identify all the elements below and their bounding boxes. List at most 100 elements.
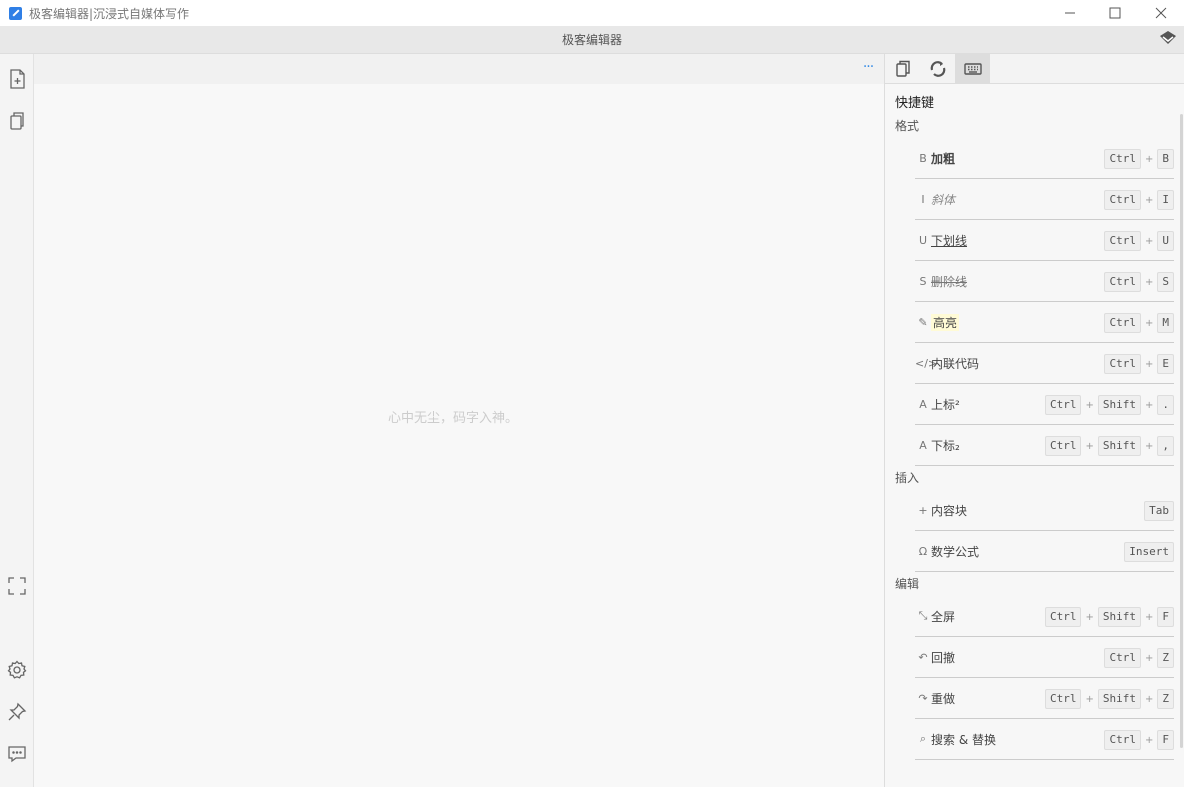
sync-icon — [930, 61, 945, 77]
chat-icon — [8, 746, 26, 763]
tab-outline[interactable] — [885, 54, 920, 84]
shortcut-label: 高亮 — [931, 313, 960, 331]
shortcut-label: 内容块 — [931, 503, 968, 518]
pin-icon — [8, 702, 27, 721]
shortcut-row[interactable]: ⌕ 搜索 & 替换 Ctrl + F — [915, 719, 1174, 760]
key-separator: + — [1085, 611, 1094, 623]
copy-icon — [895, 60, 910, 77]
shortcut-label: 下标₂ — [931, 438, 960, 453]
key-separator: + — [1144, 194, 1154, 206]
fullscreen-button[interactable] — [6, 575, 28, 597]
shortcut-row[interactable]: I 斜体 Ctrl + I — [915, 179, 1174, 220]
key-cap: Shift — [1097, 436, 1141, 456]
shortcuts-panel: 快捷键 格式 B 加粗 Ctrl + B I 斜体 Ctrl + I U 下划线 Ctrl + U S 删除线 Ct… — [884, 54, 1184, 787]
editor-toolbar: ··· — [34, 54, 884, 84]
window-title: 极客编辑器|沉浸式自媒体写作 — [29, 6, 190, 21]
shortcut-keys: Insert — [1124, 542, 1174, 562]
key-separator: + — [1144, 358, 1154, 370]
section-title: 格式 — [895, 119, 920, 133]
keyboard-icon — [963, 63, 982, 75]
close-button[interactable] — [1138, 0, 1184, 26]
pin-button[interactable] — [6, 701, 28, 723]
minimize-button[interactable] — [1047, 0, 1093, 26]
shortcut-keys: Ctrl + U — [1104, 231, 1174, 251]
key-separator: + — [1144, 235, 1154, 247]
key-separator: + — [1085, 399, 1094, 411]
key-cap: Z — [1157, 689, 1174, 709]
key-cap: Z — [1157, 648, 1174, 668]
shortcut-row[interactable]: </> 内联代码 Ctrl + E — [915, 343, 1174, 384]
shortcut-row[interactable]: ⤡ 全屏 Ctrl + Shift + F — [915, 596, 1174, 637]
maximize-button[interactable] — [1092, 0, 1138, 26]
shortcut-label: 搜索 & 替换 — [931, 732, 996, 747]
new-file-icon — [10, 69, 25, 89]
app-title: 极客编辑器 — [561, 33, 622, 47]
key-cap: Ctrl — [1044, 689, 1082, 709]
shortcut-keys: Ctrl + Shift + Z — [1044, 689, 1174, 709]
key-cap: M — [1157, 313, 1174, 333]
more-button[interactable]: ··· — [858, 60, 878, 78]
shortcut-keys: Ctrl + B — [1104, 149, 1174, 169]
shortcut-row[interactable]: B 加粗 Ctrl + B — [915, 138, 1174, 179]
key-cap: Tab — [1144, 501, 1174, 521]
key-cap: Ctrl — [1104, 272, 1141, 292]
shortcut-icon: U — [918, 233, 928, 247]
key-separator: + — [1144, 440, 1154, 452]
settings-button[interactable] — [6, 659, 28, 681]
editor-area[interactable]: ··· 心中无尘，码字入神。 — [34, 54, 884, 787]
shortcut-row[interactable]: U 下划线 Ctrl + U — [915, 220, 1174, 261]
copy-icon — [10, 112, 24, 130]
shortcut-keys: Ctrl + F — [1104, 730, 1174, 750]
tab-sync[interactable] — [920, 54, 955, 84]
copy-button[interactable] — [6, 110, 28, 132]
shortcut-icon: ⤡ — [918, 609, 928, 622]
shortcut-label: 全屏 — [931, 609, 956, 624]
shortcut-row[interactable]: + 内容块 Tab — [915, 490, 1174, 531]
key-cap: U — [1157, 231, 1174, 251]
key-cap: Shift — [1097, 607, 1141, 627]
fullscreen-icon — [8, 577, 26, 595]
feedback-button[interactable] — [6, 743, 28, 765]
shortcut-label: 重做 — [931, 691, 956, 706]
shortcut-label: 下划线 — [931, 233, 968, 248]
shortcut-row[interactable]: A 下标₂ Ctrl + Shift +, — [915, 425, 1174, 466]
key-cap: Ctrl — [1104, 313, 1141, 333]
shortcut-icon: ↶ — [918, 650, 928, 664]
shortcut-icon: Ω — [918, 544, 928, 558]
key-cap: . — [1157, 395, 1174, 415]
shortcut-row[interactable]: S 删除线 Ctrl + S — [915, 261, 1174, 302]
shortcut-keys: Ctrl + Z — [1104, 648, 1174, 668]
shortcut-keys: Ctrl + I — [1104, 190, 1174, 210]
shortcut-keys: Ctrl + Shift +, — [1044, 436, 1174, 456]
key-separator: + — [1144, 652, 1154, 664]
close-icon — [1155, 7, 1167, 19]
dark-mode-button[interactable] — [6, 617, 28, 639]
shortcut-label: 斜体 — [931, 192, 956, 207]
shortcut-icon: A — [919, 397, 927, 411]
moon-icon — [15, 620, 23, 636]
shortcut-icon: + — [918, 503, 928, 517]
shortcut-label: 数学公式 — [931, 544, 980, 559]
new-file-button[interactable] — [6, 68, 28, 90]
app-logo-icon — [9, 6, 22, 20]
app-menu-dropdown[interactable] — [1158, 30, 1178, 48]
key-separator: + — [1144, 276, 1154, 288]
key-cap: F — [1157, 607, 1174, 627]
shortcut-row[interactable]: Ω 数学公式 Insert — [915, 531, 1174, 572]
shortcut-row[interactable]: A 上标² Ctrl + Shift +. — [915, 384, 1174, 425]
shortcut-row[interactable]: ↷ 重做 Ctrl + Shift + Z — [915, 678, 1174, 719]
key-cap: E — [1157, 354, 1174, 374]
panel-scrollbar[interactable] — [1180, 114, 1183, 748]
shortcut-row[interactable]: ✎ 高亮 Ctrl + M — [915, 302, 1174, 343]
key-separator: + — [1144, 693, 1154, 705]
key-cap: Ctrl — [1104, 730, 1141, 750]
panel-tabs — [885, 54, 1184, 84]
maximize-icon — [1109, 7, 1121, 19]
shortcut-row[interactable]: ↶ 回撤 Ctrl + Z — [915, 637, 1174, 678]
left-toolbar — [0, 54, 34, 787]
shortcut-icon: ⌕ — [919, 732, 927, 745]
shortcut-keys: Ctrl + Shift +. — [1044, 395, 1174, 415]
panel-heading: 快捷键 — [895, 96, 935, 111]
tab-shortcuts[interactable] — [955, 54, 990, 84]
key-cap: S — [1157, 272, 1174, 292]
